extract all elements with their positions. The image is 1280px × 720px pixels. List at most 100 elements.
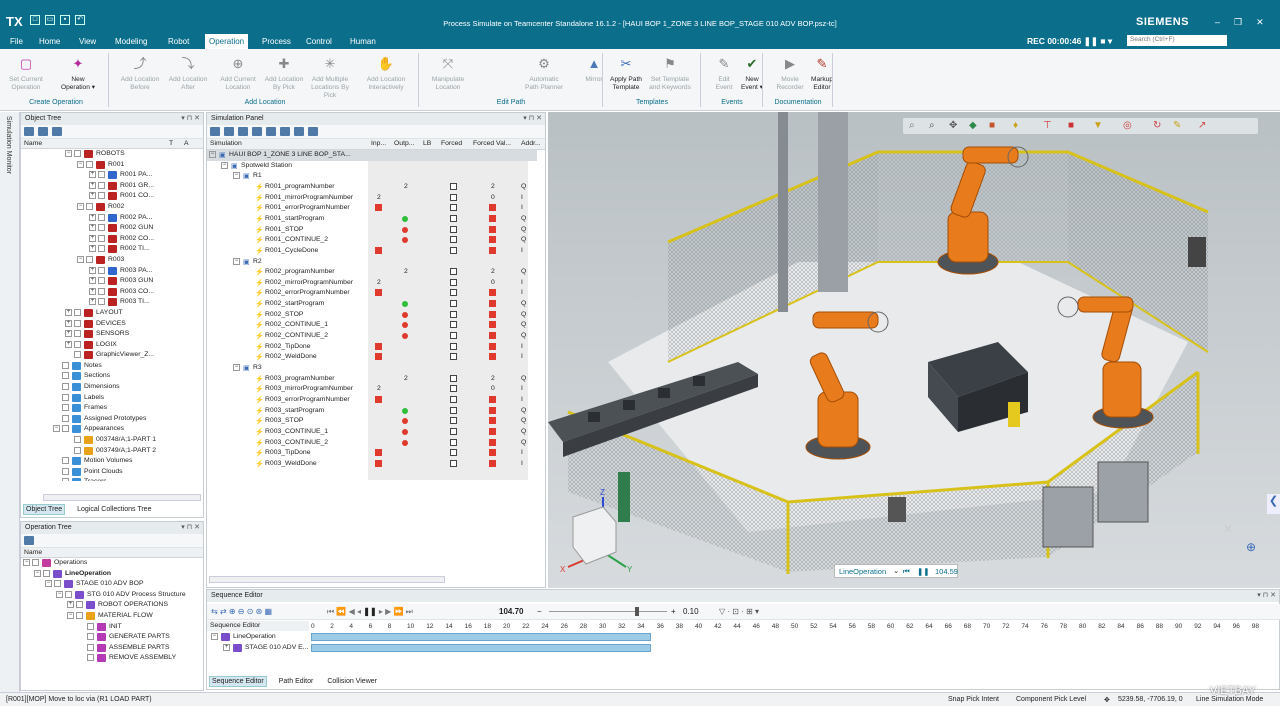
forced-checkbox[interactable] (450, 427, 457, 435)
sim-tool-icon[interactable] (266, 127, 276, 136)
tree-row[interactable]: + R003 TI... (21, 297, 203, 308)
side-panel-toggle-icon[interactable]: ❮ (1267, 494, 1280, 514)
tree-row[interactable]: + DEVICES (21, 319, 203, 330)
tree-row[interactable]: + R003 PA... (21, 266, 203, 277)
forced-value-indicator[interactable] (489, 449, 496, 457)
sim-row[interactable]: ⚡ R003_CONTINUE_1 Q (207, 427, 537, 438)
expand-toggle-icon[interactable]: − (77, 255, 84, 263)
sim-row[interactable]: − ▣ HAUI BOP 1_ZONE 3 LINE BOP_STA... (207, 150, 537, 161)
menu-view[interactable]: View (79, 37, 96, 46)
expand-toggle-icon[interactable]: − (221, 161, 228, 169)
visibility-checkbox[interactable] (86, 255, 93, 263)
sim-row[interactable]: ⚡ R002_errorProgramNumber I (207, 288, 537, 299)
visibility-checkbox[interactable] (74, 308, 81, 316)
tree-tool-icon[interactable] (24, 127, 34, 136)
sim-col-header[interactable]: Forced (441, 140, 462, 147)
col-t[interactable]: T (169, 140, 173, 147)
simulation-monitor-strip[interactable]: Simulation Monitor (0, 112, 20, 692)
ribbon-button-markup[interactable]: ✎ Markup Editor (800, 52, 844, 92)
panel-controls-icon[interactable]: ▾ ⊓ ✕ (181, 523, 200, 531)
sim-row[interactable]: ⚡ R001_startProgram Q (207, 214, 537, 225)
tree-row[interactable]: + R002 PA... (21, 213, 203, 224)
more-icon[interactable]: ↗ (1198, 120, 1206, 131)
expand-toggle-icon[interactable]: + (65, 308, 72, 316)
forced-value-indicator[interactable] (489, 332, 496, 340)
filter-icon[interactable]: ▼ (1093, 120, 1103, 131)
expand-toggle-icon[interactable]: + (65, 330, 72, 338)
visibility-checkbox[interactable] (98, 234, 105, 242)
sim-col-header[interactable]: LB (423, 140, 431, 147)
tree-row[interactable]: Point Clouds (21, 467, 203, 478)
sim-col-header[interactable]: Forced Val... (473, 140, 511, 147)
ribbon-button-manipulate[interactable]: ⤧ Manipulate Location (426, 52, 470, 92)
forced-checkbox[interactable] (450, 332, 457, 340)
visibility-checkbox[interactable] (98, 245, 105, 253)
zoom-icon[interactable]: ⌕ (909, 120, 915, 131)
tree-tool-icon[interactable] (52, 127, 62, 136)
menu-human[interactable]: Human (350, 37, 376, 46)
expand-toggle-icon[interactable]: + (89, 181, 96, 189)
visibility-checkbox[interactable] (62, 361, 69, 369)
sim-row[interactable]: ⚡ R003_TipDone I (207, 448, 537, 459)
expand-toggle-icon[interactable]: − (23, 559, 30, 566)
forced-value[interactable]: 2 (491, 375, 495, 382)
expand-toggle-icon[interactable]: + (89, 234, 96, 242)
expand-toggle-icon[interactable]: + (89, 266, 96, 274)
ribbon-button-add-location[interactable]: ✋ Add Location Interactively (364, 52, 408, 92)
sim-row[interactable]: ⚡ R003_programNumber 2 2 Q (207, 374, 537, 385)
tab-object-tree[interactable]: Object Tree (23, 504, 66, 515)
forced-checkbox[interactable] (450, 268, 457, 276)
forced-checkbox[interactable] (450, 182, 457, 190)
seq-row-stage[interactable]: STAGE 010 ADV E... (245, 644, 308, 651)
forced-value[interactable]: 0 (491, 385, 495, 392)
render-mode-icon[interactable]: ■ (989, 120, 995, 131)
forced-value-indicator[interactable] (489, 438, 496, 446)
tree-row[interactable]: + R002 GUN (21, 223, 203, 234)
simulation-mode[interactable]: Line Simulation Mode (1196, 696, 1263, 703)
visibility-checkbox[interactable] (98, 171, 105, 179)
pick-level[interactable]: Component Pick Level (1016, 696, 1086, 703)
ribbon-button-apply-path[interactable]: ✂ Apply Path Template (604, 52, 648, 92)
forced-checkbox[interactable] (450, 417, 457, 425)
col-name[interactable]: Name (24, 140, 42, 147)
visibility-checkbox[interactable] (87, 643, 94, 651)
visibility-checkbox[interactable] (98, 192, 105, 200)
tree-row[interactable]: + R001 PA... (21, 170, 203, 181)
visibility-checkbox[interactable] (87, 654, 94, 662)
tree-row[interactable]: REMOVE ASSEMBLY (21, 653, 203, 664)
forced-checkbox[interactable] (450, 225, 457, 233)
visibility-checkbox[interactable] (43, 569, 50, 577)
expand-toggle-icon[interactable]: + (89, 213, 96, 221)
forced-checkbox[interactable] (450, 395, 457, 403)
tree-row[interactable]: − STG 010 ADV Process Structure (21, 590, 203, 601)
forced-checkbox[interactable] (450, 342, 457, 350)
visibility-checkbox[interactable] (62, 414, 69, 422)
forced-value-indicator[interactable] (489, 417, 496, 425)
sim-tool-icon[interactable] (252, 127, 262, 136)
visibility-checkbox[interactable] (76, 611, 83, 619)
sim-row[interactable]: − ▣ Spotweld Station (207, 161, 537, 172)
navigation-widget[interactable]: ✕ ⊕ (1198, 522, 1258, 567)
visibility-checkbox[interactable] (87, 622, 94, 630)
tree-tool-icon[interactable] (24, 536, 34, 545)
forced-checkbox[interactable] (450, 406, 457, 414)
expand-toggle-icon[interactable]: − (65, 150, 72, 157)
sim-row[interactable]: ⚡ R001_programNumber 2 2 Q (207, 182, 537, 193)
3d-viewport[interactable]: Z X Y ⌕ ⌕ ✥ ◆ ■ ♦ ⊤ ■ ▼ ◎ ↻ ✎ ↗ LineOper… (548, 112, 1280, 588)
placement-icon[interactable]: ■ (1068, 120, 1074, 131)
sim-row[interactable]: ⚡ R002_CONTINUE_1 Q (207, 320, 537, 331)
tab-logical-collections[interactable]: Logical Collections Tree (75, 505, 153, 514)
sim-row[interactable]: ⚡ R003_WeldDone I (207, 459, 537, 470)
sim-row[interactable]: − ▣ R1 (207, 171, 537, 182)
visibility-checkbox[interactable] (62, 425, 69, 433)
sim-tool-icon[interactable] (210, 127, 220, 136)
menu-modeling[interactable]: Modeling (115, 37, 147, 46)
maximize-icon[interactable]: ❐ (1234, 17, 1242, 28)
panel-controls-icon[interactable]: ▾ ⊓ ✕ (181, 114, 200, 122)
expand-toggle-icon[interactable]: + (89, 245, 96, 253)
rec-indicator[interactable]: REC 00:00:46 ❚❚ ■ ▾ (1027, 36, 1112, 47)
visibility-checkbox[interactable] (86, 202, 93, 210)
ribbon-button-set-template[interactable]: ⚑ Set Template and Keywords (648, 52, 692, 92)
tree-row[interactable]: Motion Volumes (21, 456, 203, 467)
visibility-checkbox[interactable] (86, 160, 93, 168)
